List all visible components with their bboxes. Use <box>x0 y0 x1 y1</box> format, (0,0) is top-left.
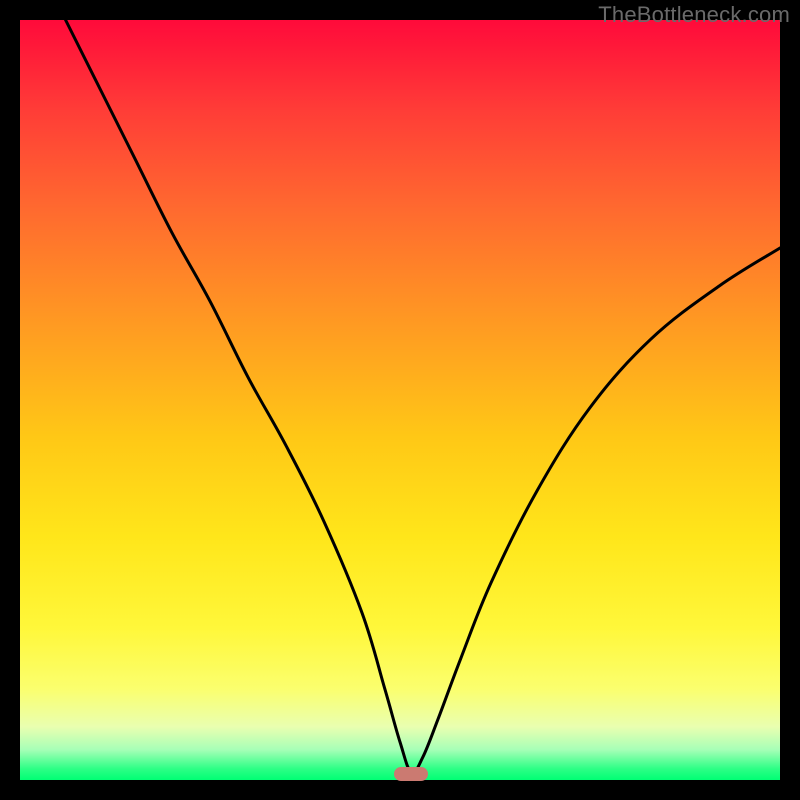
bottleneck-curve <box>20 20 780 780</box>
minimum-marker <box>394 767 428 781</box>
curve-path <box>66 20 780 773</box>
watermark-text: TheBottleneck.com <box>598 2 790 28</box>
chart-frame: TheBottleneck.com <box>0 0 800 800</box>
plot-area <box>20 20 780 780</box>
